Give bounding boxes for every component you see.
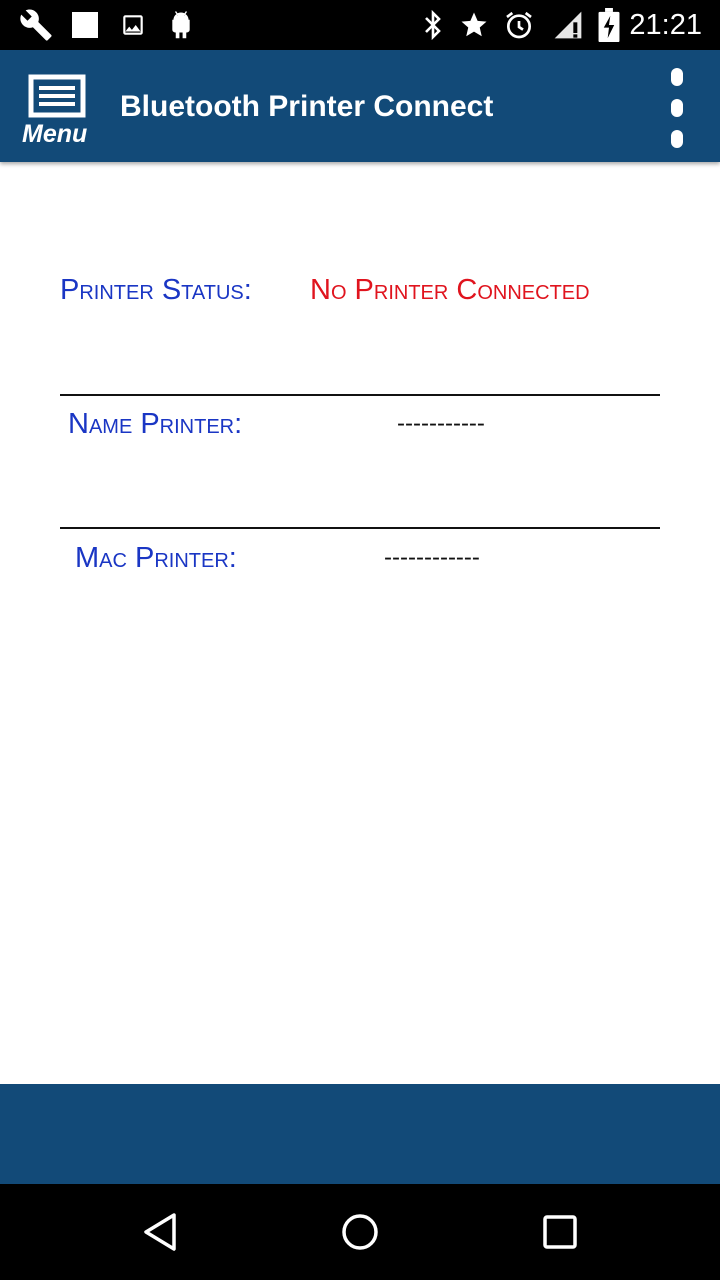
divider	[60, 394, 660, 396]
battery-charging-icon	[596, 8, 622, 42]
overflow-menu-button[interactable]	[660, 66, 694, 150]
wrench-icon	[18, 9, 54, 41]
mac-printer-label: Mac Printer:	[75, 542, 237, 574]
status-bar: 21:21	[0, 0, 720, 50]
back-button[interactable]	[136, 1208, 184, 1256]
menu-button[interactable]: Menu	[18, 72, 98, 152]
name-printer-value: -----------	[397, 410, 485, 437]
bluetooth-icon	[420, 9, 446, 41]
home-icon	[342, 1214, 378, 1250]
divider	[60, 527, 660, 529]
recents-button[interactable]	[536, 1208, 584, 1256]
overflow-dot-icon	[671, 99, 683, 117]
app-bar: Menu Bluetooth Printer Connect	[0, 50, 720, 162]
name-printer-label: Name Printer:	[68, 408, 243, 440]
recents-icon	[543, 1215, 577, 1249]
home-button[interactable]	[336, 1208, 384, 1256]
star-icon	[458, 9, 490, 41]
square-icon	[70, 9, 100, 41]
android-icon	[166, 9, 196, 41]
navigation-bar	[0, 1184, 720, 1280]
menu-label: Menu	[22, 120, 88, 148]
printer-status-value: No Printer Connected	[310, 274, 590, 306]
back-icon	[144, 1213, 176, 1251]
bottom-bar	[0, 1084, 720, 1184]
printer-status-label: Printer Status:	[60, 274, 252, 306]
alarm-icon	[502, 9, 536, 41]
signal-icon	[550, 9, 586, 41]
overflow-dot-icon	[671, 130, 683, 148]
mac-printer-value: ------------	[384, 544, 480, 571]
clock-time: 21:21	[629, 9, 702, 41]
image-icon	[118, 9, 148, 41]
overflow-dot-icon	[671, 68, 683, 86]
menu-list-icon	[28, 74, 86, 118]
app-title: Bluetooth Printer Connect	[120, 90, 494, 123]
